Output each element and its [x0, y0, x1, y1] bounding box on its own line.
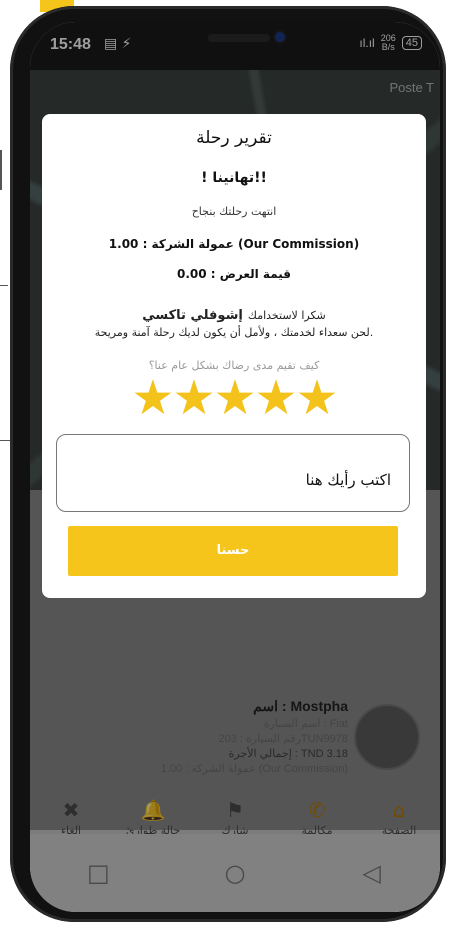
bid-value-text: قيمة العرض : 0.00	[176, 267, 292, 281]
trip-ended-text: انتهت رحلتك بنجاح	[191, 205, 277, 218]
feedback-placeholder: اكتب رأيك هنا	[305, 471, 391, 489]
commission-text: عمولة الشركة : 1.00 (Our Commission)	[108, 237, 360, 251]
side-divider	[0, 285, 8, 286]
dialog-title: تقرير رحلة	[196, 128, 272, 148]
thanks-prefix: شكرا لاستخدامك	[247, 309, 326, 322]
trip-report-dialog: تقرير رحلة ! تهانينا!! انتهت رحلتك بنجاح…	[42, 114, 426, 598]
star-rating[interactable]: ★★★★★	[42, 368, 426, 428]
side-divider	[0, 150, 2, 190]
phone-screen: 15:48 ▤ ⚡ ıl.ıl 206 B/s 45 Poste T اسم :…	[30, 22, 440, 912]
thanks-line: شكرا لاستخدامك إشوفلي تاكسي	[42, 304, 426, 323]
feedback-input[interactable]: اكتب رأيك هنا	[56, 434, 410, 512]
congrats-text: ! تهانينا!!	[201, 170, 267, 186]
brand-name: إشوفلي تاكسي	[142, 308, 243, 323]
ok-button[interactable]: حسنا	[68, 526, 398, 576]
happy-text: لحن سعداء لخدمتك ، ولأمل أن يكون لديك رح…	[94, 326, 374, 339]
